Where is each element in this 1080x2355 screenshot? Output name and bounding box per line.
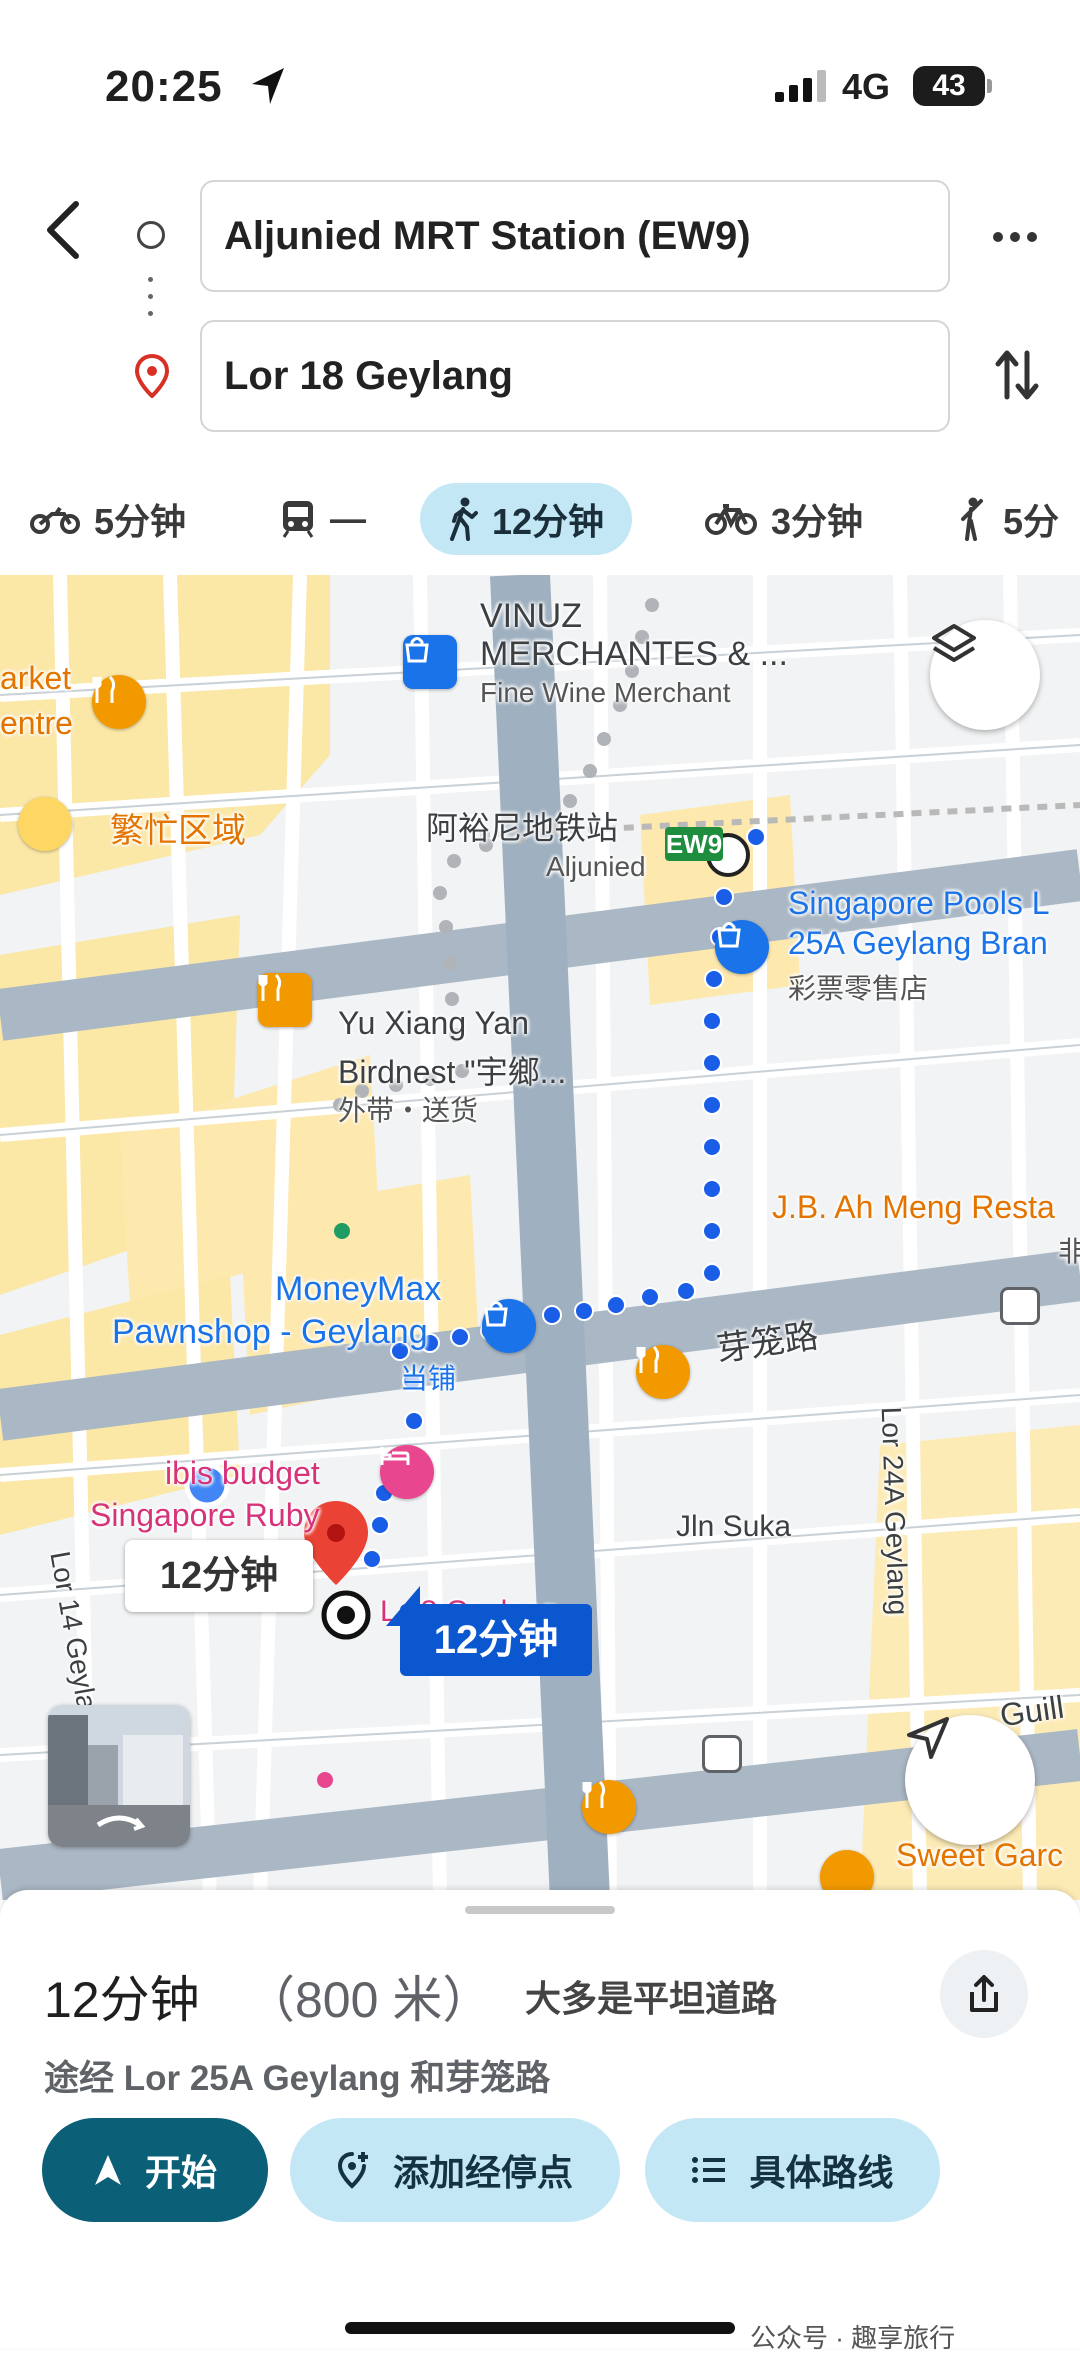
origin-input[interactable]: Aljunied MRT Station (EW9) xyxy=(200,180,950,292)
travel-mode-bar: 5分钟 — 12分钟 3分钟 5分 xyxy=(0,475,1080,565)
add-stop-label: 添加经停点 xyxy=(392,2152,573,2193)
bus-stop-icon[interactable] xyxy=(1000,1287,1040,1325)
start-navigation-button[interactable]: 开始 xyxy=(42,2118,268,2222)
bus-stop-icon[interactable] xyxy=(702,1735,742,1773)
poi-sublabel: Fine Wine Merchant xyxy=(480,677,731,708)
home-indicator[interactable] xyxy=(345,2322,735,2334)
destination-input[interactable]: Lor 18 Geylang xyxy=(200,320,950,432)
poi-label: ibis budget xyxy=(165,1455,320,1491)
more-options-icon[interactable] xyxy=(990,222,1040,252)
list-icon xyxy=(691,2155,727,2185)
swap-directions-icon[interactable] xyxy=(995,345,1039,405)
selected-route-time-callout: 12分钟 xyxy=(386,1586,592,1676)
poi-sublabel: 彩票零售店 xyxy=(788,973,929,1004)
watermark: 公众号 · 趣享旅行 xyxy=(750,2323,956,2353)
street-view-thumbnail[interactable] xyxy=(48,1705,190,1847)
destination-pin-icon xyxy=(135,354,169,398)
start-label: 开始 xyxy=(144,2152,217,2193)
mode-transit-label: — xyxy=(330,498,366,539)
poi-label: MoneyMax xyxy=(275,1270,442,1308)
shopping-icon[interactable] xyxy=(403,635,457,689)
battery-icon: 43 xyxy=(913,66,992,106)
hotel-icon[interactable] xyxy=(380,1445,434,1499)
motorbike-icon xyxy=(30,504,80,534)
location-arrow-icon xyxy=(252,68,284,104)
navigation-arrow-icon xyxy=(907,1717,949,1759)
route-duration: 12分钟 xyxy=(44,1972,200,2028)
poi-label: entre xyxy=(0,705,73,741)
poi-sublabel: 外带・送货 xyxy=(338,1095,479,1126)
station-label: 阿裕尼地铁站 xyxy=(426,810,619,846)
mrt-station-badge: EW9 xyxy=(665,827,723,861)
mode-ride-hail[interactable]: 5分 xyxy=(955,483,1059,555)
share-button[interactable] xyxy=(940,1950,1028,2038)
share-icon xyxy=(970,1975,998,2012)
poi-label: J.B. Ah Meng Resta xyxy=(772,1189,1055,1225)
station-label-en: Aljunied xyxy=(546,851,646,882)
pawnshop-icon[interactable] xyxy=(482,1299,536,1353)
mode-motorbike-label: 5分钟 xyxy=(94,501,187,542)
restaurant-icon[interactable] xyxy=(92,675,146,729)
transit-icon xyxy=(280,499,316,539)
walk-time-callout: 12分钟 xyxy=(125,1540,313,1612)
route-details-sheet: 12分钟 （800 米） 大多是平坦道路 途经 Lor 25A Geylang … xyxy=(0,1890,1080,2348)
route-distance: （800 米） xyxy=(245,1972,493,2028)
sheet-drag-handle[interactable] xyxy=(465,1906,615,1914)
street-label: Jln Suka xyxy=(676,1510,792,1543)
mode-transit[interactable]: — xyxy=(280,483,366,555)
route-connector xyxy=(148,277,154,327)
layers-button[interactable] xyxy=(930,620,1040,730)
poi-label: arket xyxy=(0,660,72,696)
busy-area-icon xyxy=(18,797,72,851)
mode-walk[interactable]: 12分钟 xyxy=(420,483,633,555)
map-canvas xyxy=(0,575,1080,1900)
signal-icon xyxy=(775,70,826,102)
poi-sublabel: 非 xyxy=(1058,1236,1080,1267)
status-bar: 20:25 4G 43 xyxy=(0,0,1080,170)
route-via: 途经 Lor 25A Geylang 和芽笼路 xyxy=(44,2059,551,2098)
map-view[interactable]: EW9 arket entre VINUZ MERCHANTES & ... F… xyxy=(0,575,1080,1900)
mode-ride-hail-label: 5分 xyxy=(1003,501,1060,542)
add-stop-button[interactable]: 添加经停点 xyxy=(290,2118,620,2222)
mode-bike[interactable]: 3分钟 xyxy=(705,483,863,555)
route-steps-label: 具体路线 xyxy=(749,2152,894,2193)
shopping-icon[interactable] xyxy=(715,920,769,974)
poi-label: Singapore Ruby xyxy=(90,1497,320,1533)
navigation-arrow-icon xyxy=(93,2153,123,2187)
recenter-button[interactable] xyxy=(905,1715,1035,1845)
poi-sublabel: 当铺 xyxy=(400,1363,457,1394)
poi-label: Yu Xiang Yan xyxy=(338,1005,529,1041)
add-location-icon xyxy=(337,2150,371,2190)
mode-motorbike[interactable]: 5分钟 xyxy=(30,483,186,555)
walk-icon xyxy=(448,497,478,541)
restaurant-icon[interactable] xyxy=(582,1780,636,1834)
takeout-icon[interactable] xyxy=(258,973,312,1027)
route-steps-button[interactable]: 具体路线 xyxy=(645,2118,940,2222)
poi-label: MERCHANTES & ... xyxy=(480,635,788,673)
network-type: 4G xyxy=(842,66,891,107)
restaurant-icon[interactable] xyxy=(636,1345,690,1399)
mode-bike-label: 3分钟 xyxy=(771,501,864,542)
back-arrow-icon[interactable] xyxy=(38,198,90,262)
poi-label: VINUZ xyxy=(480,597,582,635)
poi-label: Pawnshop - Geylang xyxy=(112,1313,428,1351)
origin-circle-icon xyxy=(137,221,165,249)
poi-label: Singapore Pools L xyxy=(788,885,1050,921)
poi-label: 25A Geylang Bran xyxy=(788,925,1048,961)
busy-area-label: 繁忙区域 xyxy=(110,812,246,850)
mode-walk-label: 12分钟 xyxy=(492,501,605,542)
route-terrain-note: 大多是平坦道路 xyxy=(525,1978,778,2019)
ride-hail-icon xyxy=(955,497,989,541)
status-time: 20:25 xyxy=(105,62,223,111)
layers-icon xyxy=(932,624,976,662)
bike-icon xyxy=(705,502,757,536)
poi-label: Birdnest "宇鄉... xyxy=(338,1054,567,1090)
